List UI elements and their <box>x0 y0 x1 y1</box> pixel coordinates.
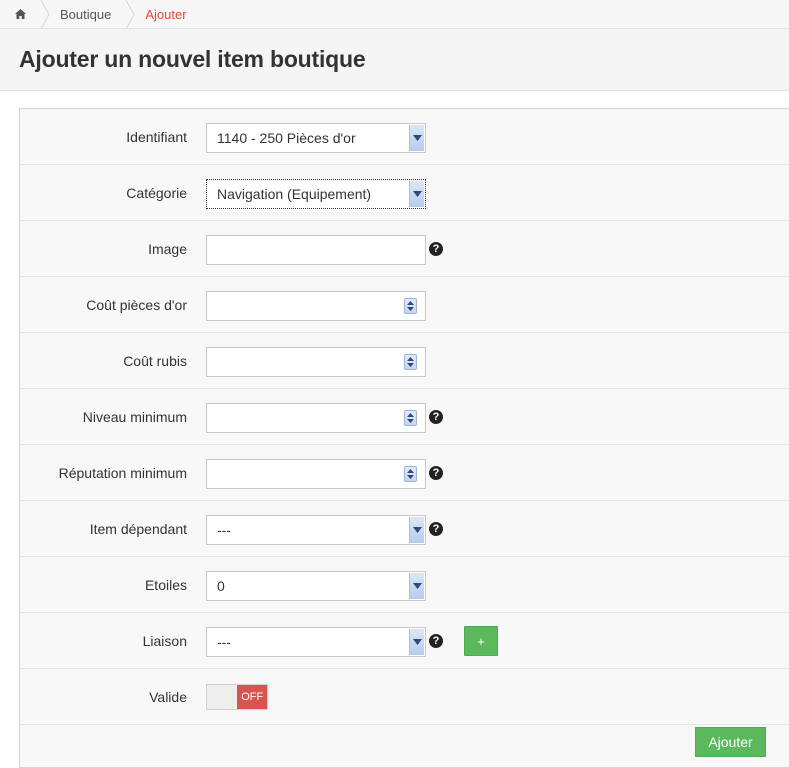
spinner-icon[interactable] <box>404 466 417 482</box>
home-icon <box>14 9 26 19</box>
reputation-min-input[interactable] <box>206 459 426 489</box>
cout-rubis-label: Coût rubis <box>123 353 187 369</box>
row-liaison: Liaison --- ? + <box>20 613 789 669</box>
row-etoiles: Etoiles 0 <box>20 557 789 613</box>
question-circle-icon[interactable]: ? <box>429 466 443 480</box>
breadcrumb-separator <box>40 0 52 29</box>
ajouter-button[interactable]: Ajouter <box>695 727 766 757</box>
categorie-label: Catégorie <box>126 185 187 201</box>
item-dependant-label: Item dépendant <box>89 521 187 537</box>
niveau-min-label: Niveau minimum <box>82 409 187 425</box>
spinner-icon[interactable] <box>404 410 417 426</box>
liaison-label: Liaison <box>142 633 187 649</box>
image-input[interactable] <box>206 235 426 265</box>
image-label: Image <box>148 241 187 257</box>
row-item-dependant: Item dépendant --- ? <box>20 501 789 557</box>
row-cout-or: Coût pièces d'or <box>20 277 789 333</box>
breadcrumb-home[interactable] <box>0 0 40 29</box>
question-circle-icon[interactable]: ? <box>429 242 443 256</box>
etoiles-select[interactable]: 0 <box>206 571 426 601</box>
spinner-icon[interactable] <box>404 298 417 314</box>
niveau-min-input[interactable] <box>206 403 426 433</box>
add-liaison-button[interactable]: + <box>464 626 498 656</box>
chevron-down-icon <box>409 573 424 599</box>
etoiles-label: Etoiles <box>144 577 187 593</box>
question-circle-icon[interactable]: ? <box>429 522 443 536</box>
identifiant-select[interactable]: 1140 - 250 Pièces d'or <box>206 123 426 153</box>
row-valide: Valide OFF <box>20 669 789 725</box>
breadcrumb-boutique[interactable]: Boutique <box>52 0 125 29</box>
reputation-min-label: Réputation minimum <box>58 465 187 481</box>
row-categorie: Catégorie Navigation (Equipement) <box>20 165 789 221</box>
breadcrumb-ajouter: Ajouter <box>145 6 187 22</box>
toggle-handle <box>207 685 238 709</box>
spinner-icon[interactable] <box>404 354 417 370</box>
cout-or-label: Coût pièces d'or <box>86 297 187 313</box>
cout-or-input[interactable] <box>206 291 426 321</box>
row-image: Image ? <box>20 221 789 277</box>
breadcrumb-separator <box>125 0 137 29</box>
etoiles-value: 0 <box>217 578 225 594</box>
row-cout-rubis: Coût rubis <box>20 333 789 389</box>
cout-rubis-input[interactable] <box>206 347 426 377</box>
breadcrumb: Boutique Ajouter <box>0 0 789 29</box>
chevron-down-icon <box>409 517 424 543</box>
row-niveau-min: Niveau minimum ? <box>20 389 789 445</box>
categorie-select[interactable]: Navigation (Equipement) <box>206 179 426 209</box>
page-title: Ajouter un nouvel item boutique <box>19 46 366 72</box>
item-dependant-value: --- <box>217 522 231 538</box>
chevron-down-icon <box>409 181 424 207</box>
question-circle-icon[interactable]: ? <box>429 410 443 424</box>
chevron-down-icon <box>409 629 424 655</box>
item-dependant-select[interactable]: --- <box>206 515 426 545</box>
categorie-value: Navigation (Equipement) <box>217 186 372 202</box>
valide-toggle[interactable]: OFF <box>206 684 268 710</box>
form-panel: Identifiant 1140 - 250 Pièces d'or Catég… <box>19 108 789 768</box>
liaison-select[interactable]: --- <box>206 627 426 657</box>
question-circle-icon[interactable]: ? <box>429 634 443 648</box>
identifiant-label: Identifiant <box>126 129 187 145</box>
page-header: Ajouter un nouvel item boutique <box>0 29 789 91</box>
identifiant-value: 1140 - 250 Pièces d'or <box>217 130 356 146</box>
toggle-off-label: OFF <box>237 685 267 709</box>
row-identifiant: Identifiant 1140 - 250 Pièces d'or <box>20 109 789 165</box>
liaison-value: --- <box>217 634 231 650</box>
chevron-down-icon <box>409 125 424 151</box>
row-reputation-min: Réputation minimum ? <box>20 445 789 501</box>
valide-label: Valide <box>149 689 187 705</box>
